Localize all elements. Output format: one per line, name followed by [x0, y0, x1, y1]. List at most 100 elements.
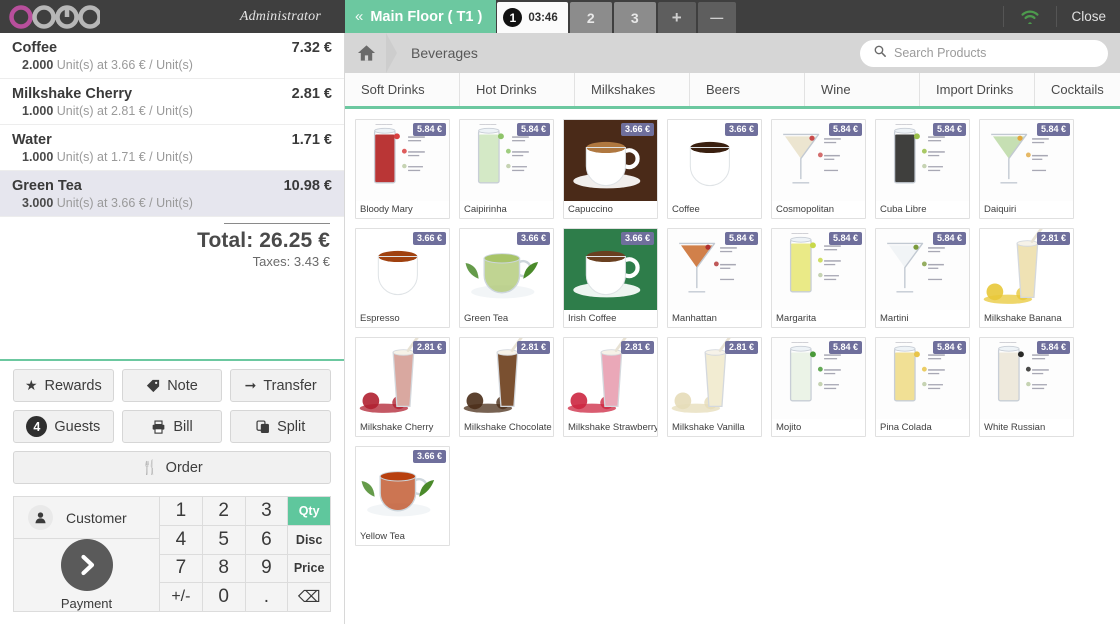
numpad-key-8[interactable]: 8	[202, 554, 245, 583]
order-line-detail: 2.000 Unit(s) at 3.66 € / Unit(s)	[12, 58, 332, 72]
product-card[interactable]: 3.66 € Irish Coffee	[563, 228, 658, 328]
order-line-selected[interactable]: Green Tea 10.98 € 3.000 Unit(s) at 3.66 …	[0, 171, 344, 217]
product-card[interactable]: ——— 5.84 € Mojito	[771, 337, 866, 437]
product-price: 5.84 €	[412, 123, 446, 137]
bill-button[interactable]: Bill	[121, 410, 223, 443]
numpad-key-0[interactable]: 0	[202, 583, 245, 611]
floor-selector-button[interactable]: « Main Floor ( T1 )	[345, 0, 497, 33]
person-icon	[28, 505, 53, 530]
numpad-key-6[interactable]: 6	[245, 525, 288, 554]
add-order-button[interactable]: +	[657, 2, 696, 33]
order-line-qty: 2.000	[22, 58, 54, 72]
remove-order-button[interactable]: —	[697, 2, 736, 33]
order-line-header: Green Tea 10.98 €	[12, 178, 332, 194]
product-name: Green Tea	[464, 313, 509, 324]
product-card[interactable]: 5.84 € Martini	[875, 228, 970, 328]
transfer-button[interactable]: ➞ Transfer	[230, 369, 332, 402]
product-card[interactable]: ——— 5.84 € Margarita	[771, 228, 866, 328]
tag-icon	[146, 379, 160, 393]
category-cocktails[interactable]: Cocktails	[1035, 73, 1120, 106]
order-button[interactable]: 🍴 Order	[13, 451, 331, 484]
product-price: 5.84 €	[932, 341, 966, 355]
product-card[interactable]: ——— 5.84 € Bloody Mary	[355, 119, 450, 219]
printer-icon	[151, 419, 166, 434]
product-card[interactable]: 3.66 € Capuccino	[563, 119, 658, 219]
action-row-3: 🍴 Order	[13, 451, 331, 484]
product-price: 3.66 €	[620, 232, 654, 246]
product-card[interactable]: 5.84 € Cosmopolitan	[771, 119, 866, 219]
product-name: Manhattan	[672, 313, 717, 324]
order-line-name: Green Tea	[12, 178, 82, 194]
numpad-mode-price[interactable]: Price	[288, 554, 330, 583]
svg-text:———: ———	[896, 340, 913, 346]
product-card[interactable]: 2.81 € Milkshake Chocolate	[459, 337, 554, 437]
rewards-button[interactable]: ★ Rewards	[13, 369, 114, 402]
note-button[interactable]: Note	[121, 369, 223, 402]
product-card[interactable]: 3.66 € Green Tea	[459, 228, 554, 328]
numpad-backspace-icon[interactable]: ⌫	[288, 583, 330, 611]
numpad-key-5[interactable]: 5	[202, 525, 245, 554]
payment-button[interactable]: Payment	[14, 539, 159, 611]
product-card[interactable]: 3.66 € Espresso	[355, 228, 450, 328]
breadcrumb-category[interactable]: Beverages	[397, 45, 478, 61]
product-card[interactable]: ——— 5.84 € Pina Colada	[875, 337, 970, 437]
product-card[interactable]: 2.81 € Milkshake Banana	[979, 228, 1074, 328]
product-panel: Beverages Search Products Soft Drinks Ho…	[345, 33, 1120, 624]
numpad-key-1[interactable]: 1	[160, 497, 202, 525]
order-line[interactable]: Milkshake Cherry 2.81 € 1.000 Unit(s) at…	[0, 79, 344, 125]
search-input[interactable]: Search Products	[860, 39, 1108, 67]
product-price: 3.66 €	[516, 232, 550, 246]
order-line-header: Coffee 7.32 €	[12, 40, 332, 56]
product-card[interactable]: 2.81 € Milkshake Strawberry	[563, 337, 658, 437]
numpad-key-2[interactable]: 2	[202, 497, 245, 525]
category-milkshakes[interactable]: Milkshakes	[575, 73, 690, 106]
numpad-key-decimal[interactable]: .	[245, 583, 288, 611]
order-tab-1-number: 1	[503, 8, 523, 27]
guests-label: Guests	[54, 418, 101, 435]
numpad-mode-disc[interactable]: Disc	[288, 525, 330, 554]
close-button[interactable]: Close	[1057, 0, 1120, 33]
order-tab-3[interactable]: 3	[613, 2, 656, 33]
category-import-drinks[interactable]: Import Drinks	[920, 73, 1035, 106]
product-card[interactable]: 5.84 € Manhattan	[667, 228, 762, 328]
order-line-detail: 1.000 Unit(s) at 2.81 € / Unit(s)	[12, 104, 332, 118]
product-card[interactable]: ——— 5.84 € White Russian	[979, 337, 1074, 437]
order-totals: Total: 26.25 € Taxes: 3.43 €	[0, 217, 344, 279]
customer-label: Customer	[66, 509, 127, 526]
product-card[interactable]: ——— 5.84 € Cuba Libre	[875, 119, 970, 219]
category-hot-drinks[interactable]: Hot Drinks	[460, 73, 575, 106]
order-line-header: Milkshake Cherry 2.81 €	[12, 86, 332, 102]
guests-button[interactable]: 4 Guests	[13, 410, 114, 443]
product-price: 5.84 €	[724, 232, 758, 246]
product-card[interactable]: 2.81 € Milkshake Vanilla	[667, 337, 762, 437]
bill-label: Bill	[173, 418, 193, 435]
payment-label: Payment	[60, 596, 113, 611]
product-price: 5.84 €	[932, 232, 966, 246]
order-line[interactable]: Water 1.71 € 1.000 Unit(s) at 1.71 € / U…	[0, 125, 344, 171]
numpad-key-4[interactable]: 4	[160, 525, 202, 554]
order-line[interactable]: Coffee 7.32 € 2.000 Unit(s) at 3.66 € / …	[0, 33, 344, 79]
category-beers[interactable]: Beers	[690, 73, 805, 106]
product-card[interactable]: 3.66 € Yellow Tea	[355, 446, 450, 546]
order-tab-2[interactable]: 2	[569, 2, 612, 33]
customer-button[interactable]: Customer	[14, 497, 159, 539]
order-tab-1[interactable]: 1 03:46	[497, 2, 568, 33]
category-wine[interactable]: Wine	[805, 73, 920, 106]
numpad-mode-qty[interactable]: Qty	[288, 497, 330, 525]
wifi-status-icon[interactable]	[1004, 0, 1056, 33]
numpad-key-plusminus[interactable]: +/-	[160, 583, 202, 611]
product-price: 5.84 €	[516, 123, 550, 137]
product-card[interactable]: 2.81 € Milkshake Cherry	[355, 337, 450, 437]
numpad-key-3[interactable]: 3	[245, 497, 288, 525]
numpad-key-9[interactable]: 9	[245, 554, 288, 583]
product-price: 5.84 €	[1036, 341, 1070, 355]
floor-label: Main Floor ( T1 )	[370, 8, 483, 25]
product-card[interactable]: 3.66 € Coffee	[667, 119, 762, 219]
product-card[interactable]: ——— 5.84 € Caipirinha	[459, 119, 554, 219]
split-button[interactable]: Split	[230, 410, 332, 443]
numpad-key-7[interactable]: 7	[160, 554, 202, 583]
category-soft-drinks[interactable]: Soft Drinks	[345, 73, 460, 106]
product-card[interactable]: 5.84 € Daiquiri	[979, 119, 1074, 219]
product-name: Coffee	[672, 204, 700, 215]
home-icon[interactable]	[345, 33, 387, 73]
